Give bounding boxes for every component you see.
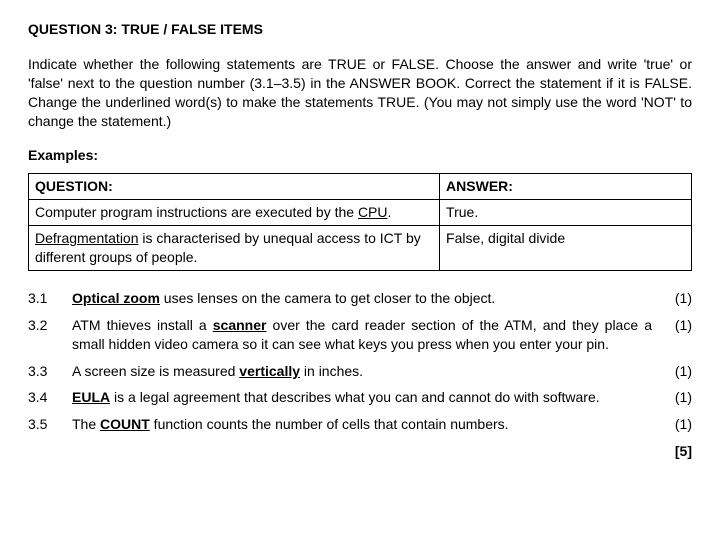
question-row: 3.5 The COUNT function counts the number…: [28, 415, 692, 434]
instructions-text: Indicate whether the following statement…: [28, 55, 692, 131]
table-header-question: QUESTION:: [29, 174, 440, 200]
question-marks: (1): [662, 415, 692, 434]
question-text: A screen size is measured vertically in …: [72, 362, 662, 381]
table-row: Computer program instructions are execut…: [29, 200, 692, 226]
text-fragment: Computer program instructions are execut…: [35, 204, 358, 220]
question-text: Optical zoom uses lenses on the camera t…: [72, 289, 662, 308]
table-header-answer: ANSWER:: [440, 174, 692, 200]
question-row: 3.3 A screen size is measured vertically…: [28, 362, 692, 381]
underlined-term: vertically: [239, 363, 300, 379]
question-number: 3.4: [28, 388, 72, 407]
text-fragment: function counts the number of cells that…: [150, 416, 509, 432]
text-fragment: uses lenses on the camera to get closer …: [160, 290, 495, 306]
question-number: 3.1: [28, 289, 72, 308]
underlined-term: Optical zoom: [72, 290, 160, 306]
text-fragment: is a legal agreement that describes what…: [110, 389, 600, 405]
underlined-term: scanner: [213, 317, 267, 333]
example-answer-cell: True.: [440, 200, 692, 226]
text-fragment: in inches.: [300, 363, 363, 379]
underlined-term: CPU: [358, 204, 388, 220]
question-number: 3.2: [28, 316, 72, 335]
example-question-cell: Computer program instructions are execut…: [29, 200, 440, 226]
question-marks: (1): [662, 289, 692, 308]
example-answer-cell: False, digital divide: [440, 226, 692, 271]
question-text: ATM thieves install a scanner over the c…: [72, 316, 662, 354]
text-fragment: .: [388, 204, 392, 220]
text-fragment: ATM thieves install a: [72, 317, 213, 333]
question-text: EULA is a legal agreement that describes…: [72, 388, 662, 407]
underlined-term: COUNT: [100, 416, 150, 432]
table-row: Defragmentation is characterised by uneq…: [29, 226, 692, 271]
underlined-term: EULA: [72, 389, 110, 405]
question-row: 3.2 ATM thieves install a scanner over t…: [28, 316, 692, 354]
question-marks: (1): [662, 316, 692, 335]
question-marks: (1): [662, 388, 692, 407]
total-marks: [5]: [28, 442, 692, 461]
question-row: 3.1 Optical zoom uses lenses on the came…: [28, 289, 692, 308]
underlined-term: Defragmentation: [35, 230, 139, 246]
text-fragment: The: [72, 416, 100, 432]
question-text: The COUNT function counts the number of …: [72, 415, 662, 434]
text-fragment: A screen size is measured: [72, 363, 239, 379]
question-marks: (1): [662, 362, 692, 381]
question-row: 3.4 EULA is a legal agreement that descr…: [28, 388, 692, 407]
examples-table: QUESTION: ANSWER: Computer program instr…: [28, 173, 692, 271]
examples-label: Examples:: [28, 146, 692, 165]
example-question-cell: Defragmentation is characterised by uneq…: [29, 226, 440, 271]
question-title: QUESTION 3: TRUE / FALSE ITEMS: [28, 20, 692, 39]
question-number: 3.3: [28, 362, 72, 381]
question-number: 3.5: [28, 415, 72, 434]
